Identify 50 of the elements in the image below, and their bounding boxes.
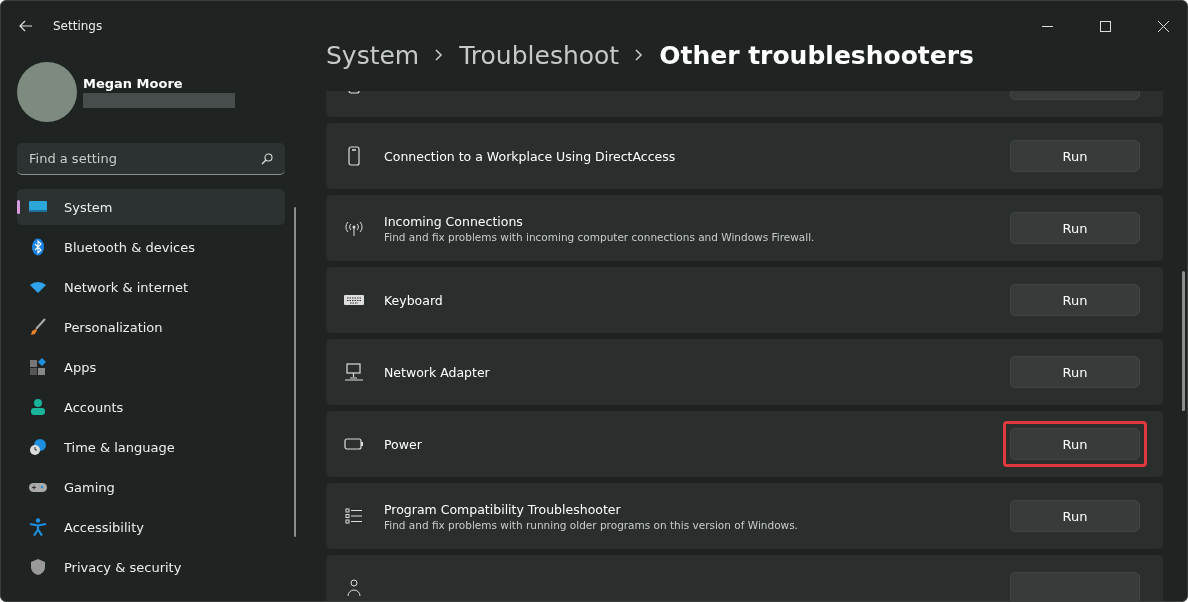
troubleshooter-title: Power bbox=[384, 436, 423, 452]
clock-icon bbox=[29, 438, 47, 456]
person-icon bbox=[29, 398, 47, 416]
breadcrumb-item[interactable]: System bbox=[326, 40, 420, 70]
sidebar-item[interactable]: Accessibility bbox=[17, 509, 285, 545]
run-button[interactable]: Run bbox=[1010, 500, 1140, 532]
list-icon bbox=[344, 506, 364, 526]
run-button[interactable]: Run bbox=[1010, 284, 1140, 316]
back-arrow-icon[interactable] bbox=[19, 20, 33, 32]
breadcrumb-item: Other troubleshooters bbox=[659, 40, 974, 70]
chevron-icon bbox=[635, 49, 644, 61]
search-icon[interactable] bbox=[261, 152, 273, 165]
troubleshooter-title: Connection to a Workplace Using DirectAccess bbox=[384, 148, 677, 164]
run-button[interactable]: Run bbox=[1010, 212, 1140, 244]
troubleshooter-title: Keyboard bbox=[384, 292, 444, 308]
sidebar-item[interactable]: Privacy & security bbox=[17, 549, 285, 585]
scrollbar[interactable] bbox=[294, 207, 296, 537]
chevron-icon bbox=[435, 49, 444, 61]
search-input[interactable]: Find a setting bbox=[27, 150, 261, 167]
apps-icon bbox=[29, 358, 47, 376]
scrollbar[interactable] bbox=[1182, 271, 1185, 411]
close-icon[interactable] bbox=[1158, 20, 1169, 32]
sidebar-item[interactable]: Network & internet bbox=[17, 269, 285, 305]
user-name: Megan Moore bbox=[83, 76, 184, 91]
sidebar-item[interactable]: Bluetooth & devices bbox=[17, 229, 285, 265]
network-icon bbox=[344, 362, 364, 382]
sidebar-item[interactable]: System bbox=[17, 189, 285, 225]
brush-icon bbox=[29, 318, 47, 336]
troubleshooter-description: Find and fix problems with running older programs on this version of Windows. bbox=[384, 518, 799, 531]
sidebar-item[interactable]: Gaming bbox=[17, 469, 285, 505]
run-button[interactable]: Run bbox=[1010, 140, 1140, 172]
sidebar-item[interactable]: Time & language bbox=[17, 429, 285, 465]
troubleshooter-title: Incoming Connections bbox=[384, 213, 524, 229]
sidebar-item[interactable]: Personalization bbox=[17, 309, 285, 345]
person-icon bbox=[344, 578, 364, 598]
window-title: Settings bbox=[53, 19, 103, 33]
avatar[interactable] bbox=[17, 62, 77, 122]
troubleshooter-title: Network Adapter bbox=[384, 364, 491, 380]
sidebar-item[interactable]: Apps bbox=[17, 349, 285, 385]
run-button[interactable]: Run bbox=[1010, 428, 1140, 460]
troubleshooter-description: Find and fix problems with incoming computer connections and Windows Firewall. bbox=[384, 230, 816, 243]
bluetooth-icon bbox=[29, 238, 47, 256]
search-field[interactable]: Find a setting bbox=[17, 143, 285, 175]
breadcrumb-item[interactable]: Troubleshoot bbox=[459, 40, 620, 70]
run-button[interactable]: Run bbox=[1010, 356, 1140, 388]
maximize-icon[interactable] bbox=[1100, 20, 1111, 32]
shield-icon bbox=[29, 558, 47, 576]
sidebar-item[interactable]: Accounts bbox=[17, 389, 285, 425]
troubleshooter-title: Program Compatibility Troubleshooter bbox=[384, 501, 622, 517]
access-icon bbox=[29, 518, 47, 536]
